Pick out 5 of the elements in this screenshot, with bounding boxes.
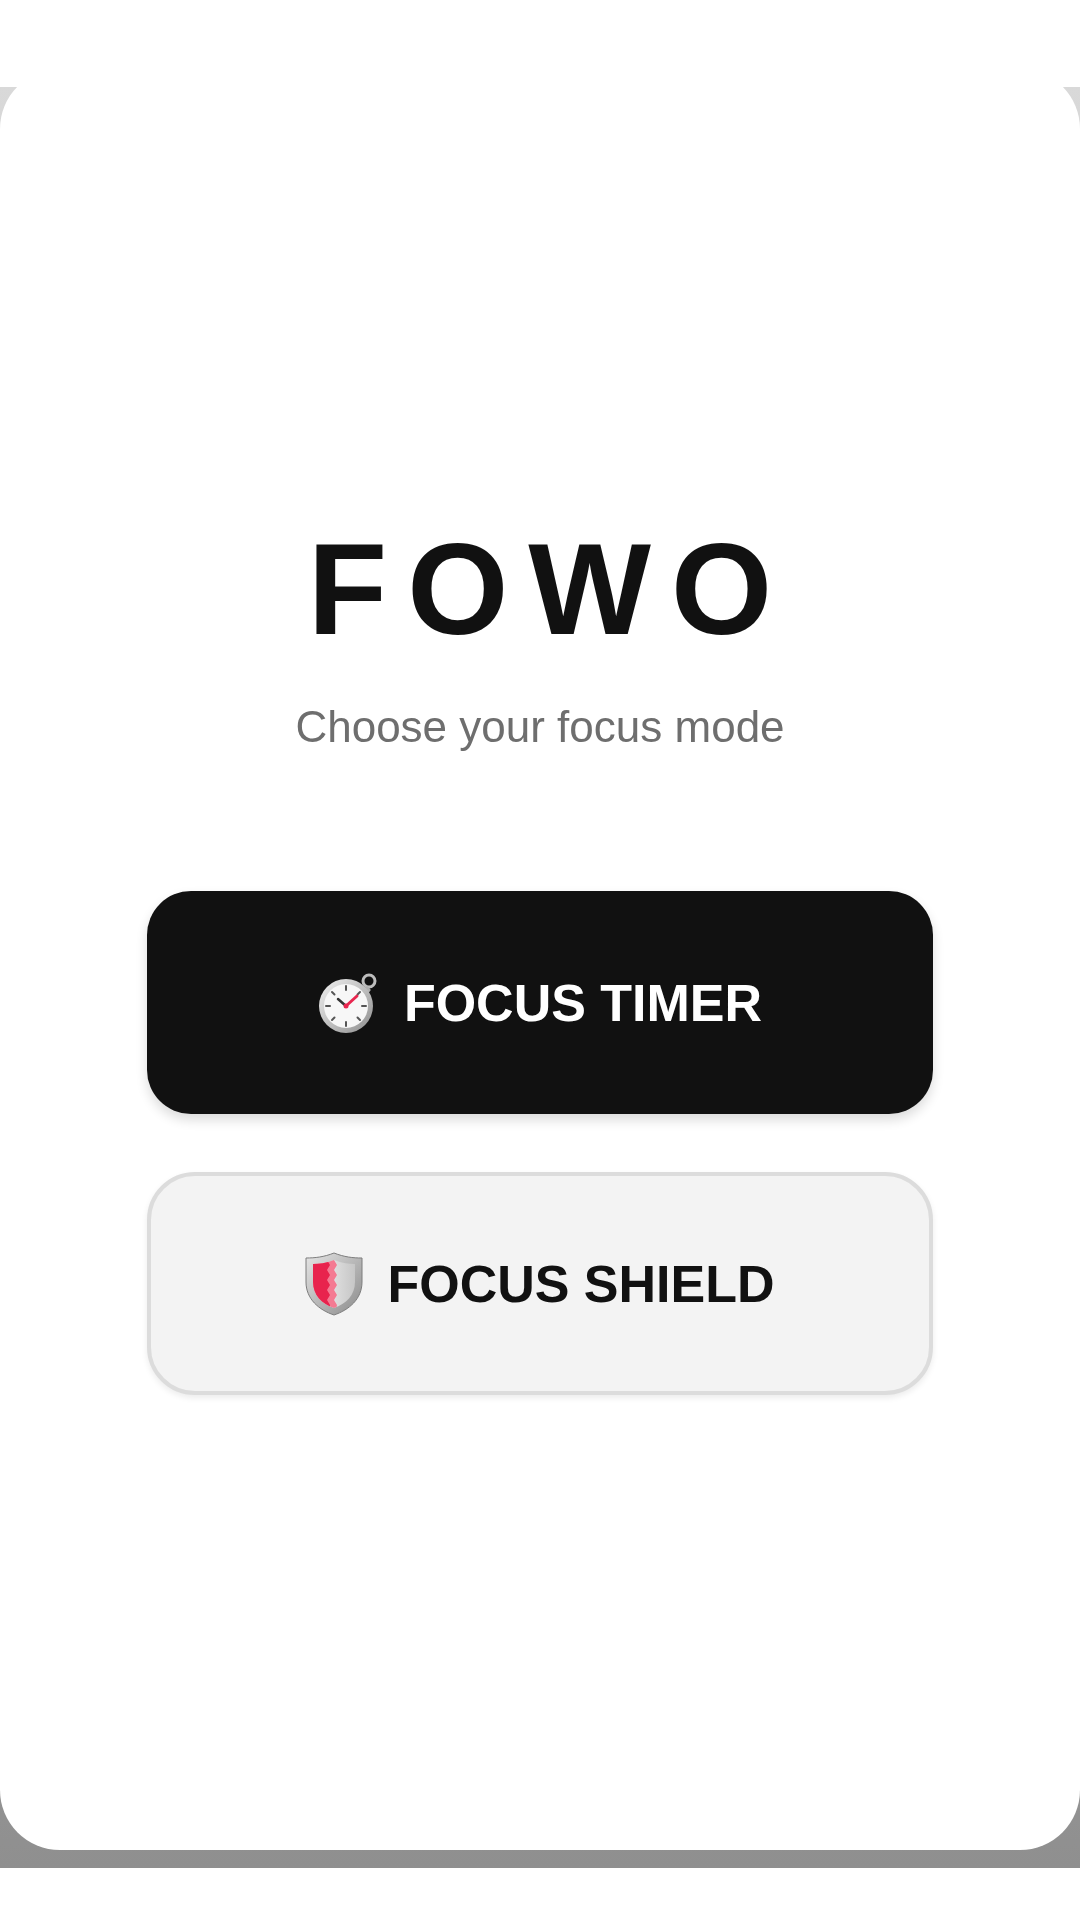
shield-icon xyxy=(305,1251,364,1316)
mode-button[interactable]: FOCUS TIMER xyxy=(147,891,933,1114)
mode-button[interactable]: FOCUS SHIELD xyxy=(147,1172,933,1395)
subtitle-text: Choose your focus mode xyxy=(295,705,785,749)
app-title: FOWO xyxy=(306,524,793,654)
